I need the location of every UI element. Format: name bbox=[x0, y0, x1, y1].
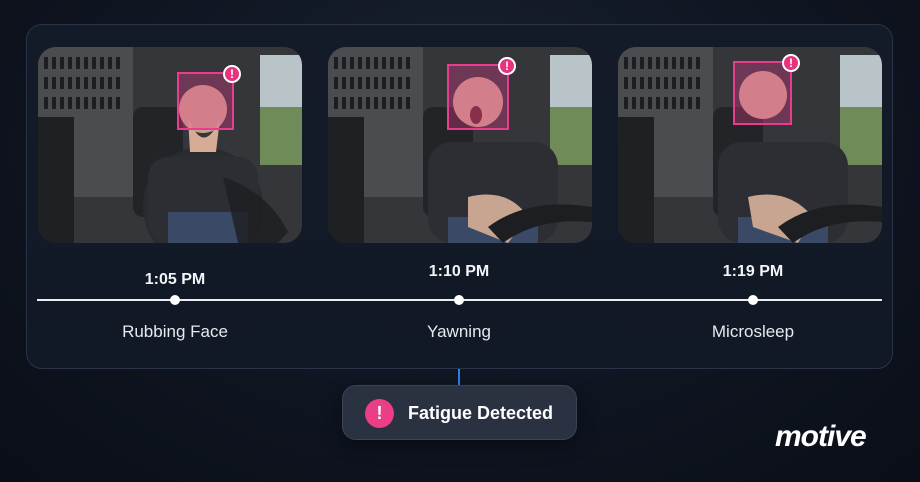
event-label: Microsleep bbox=[711, 322, 795, 341]
face-detection-box bbox=[733, 61, 792, 125]
camera-frame-yawning: ! bbox=[328, 47, 592, 243]
event-time: 1:10 PM bbox=[428, 263, 490, 280]
event-time: 1:05 PM bbox=[144, 271, 206, 288]
event-label: Yawning bbox=[427, 322, 491, 341]
exclamation-icon: ! bbox=[782, 54, 800, 72]
camera-frame-rubbing-face: ! bbox=[38, 47, 302, 243]
cabin-scene bbox=[38, 47, 302, 243]
status-label: Fatigue Detected bbox=[408, 403, 554, 423]
exclamation-icon: ! bbox=[365, 399, 394, 428]
event-label: Rubbing Face bbox=[122, 322, 228, 341]
timeline-marker bbox=[748, 295, 758, 305]
event-time: 1:19 PM bbox=[722, 263, 784, 280]
connector-line bbox=[458, 369, 460, 385]
timeline-marker bbox=[170, 295, 180, 305]
fatigue-status-badge: ! Fatigue Detected bbox=[342, 385, 577, 440]
exclamation-icon: ! bbox=[498, 57, 516, 75]
face-detection-box bbox=[447, 64, 509, 130]
camera-frame-microsleep: ! bbox=[618, 47, 882, 243]
timeline-marker bbox=[454, 295, 464, 305]
brand-logo: motive bbox=[775, 420, 867, 453]
exclamation-icon: ! bbox=[223, 65, 241, 83]
